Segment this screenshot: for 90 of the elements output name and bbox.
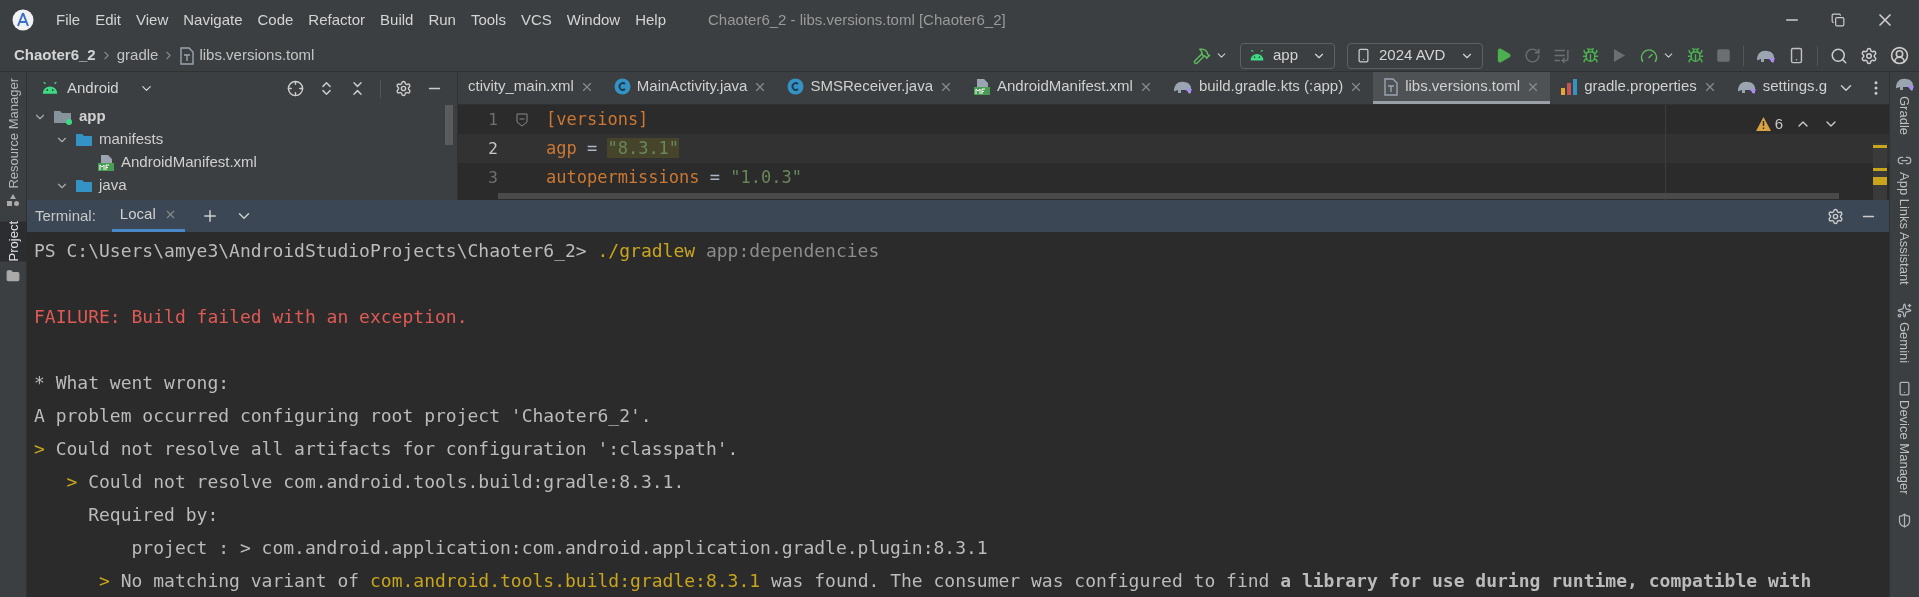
terminal-line: A problem occurred configuring root project 'Chaoter6_2'. bbox=[34, 404, 652, 428]
settings-icon[interactable] bbox=[1827, 207, 1844, 225]
settings-icon[interactable] bbox=[1860, 46, 1878, 65]
project-view-dropdown[interactable]: Android bbox=[67, 77, 154, 100]
phone-icon[interactable] bbox=[1897, 380, 1912, 396]
class-icon bbox=[613, 78, 631, 95]
search-icon[interactable] bbox=[1830, 46, 1848, 65]
tree-item[interactable]: java bbox=[55, 174, 127, 197]
menu-item[interactable]: Refactor bbox=[308, 8, 366, 32]
terminal-line: > No matching variant of com.android.tools.build:gradle:8.3.1 was found. The consumer was configured to find a library for use during runtime, compatible with bbox=[98, 569, 1812, 593]
window-title: Chaoter6_2 - libs.versions.toml [Chaoter6_2] bbox=[708, 9, 1006, 30]
tree-item[interactable]: AndroidManifest.xml bbox=[77, 151, 257, 174]
scrollbar-thumb bbox=[445, 105, 453, 145]
settings-icon[interactable] bbox=[395, 80, 412, 97]
menu-item[interactable]: Navigate bbox=[183, 8, 243, 32]
tree-item[interactable]: app bbox=[33, 105, 106, 128]
editor-tab[interactable]: ctivity_main.xml bbox=[458, 72, 604, 104]
gauge-icon[interactable] bbox=[1640, 46, 1658, 65]
file-icon bbox=[1383, 77, 1400, 96]
folder-icon bbox=[75, 132, 93, 147]
editor-tab[interactable]: libs.versions.toml bbox=[1373, 72, 1551, 104]
bar-chart-icon bbox=[1560, 77, 1579, 96]
terminal-line: * What went wrong: bbox=[34, 371, 230, 395]
editor-tab[interactable]: settings.g bbox=[1726, 72, 1837, 104]
line-number: 1 bbox=[487, 108, 498, 131]
app-logo-icon bbox=[12, 9, 34, 31]
tool-window-tab[interactable]: App Links Assistant bbox=[1894, 172, 1915, 285]
menu-item[interactable]: Edit bbox=[95, 8, 122, 32]
module-folder-icon bbox=[53, 108, 73, 125]
breadcrumb-item[interactable]: gradle bbox=[116, 44, 159, 67]
menu-item[interactable]: Run bbox=[428, 8, 456, 32]
terminal-line: Required by: bbox=[87, 503, 219, 527]
tool-window-tab[interactable]: Device Manager bbox=[1894, 399, 1915, 495]
tool-window-tab[interactable]: Gemini bbox=[1894, 321, 1915, 363]
folder-icon bbox=[75, 178, 93, 193]
folder-icon[interactable] bbox=[6, 269, 20, 284]
fold-icon[interactable] bbox=[516, 112, 528, 127]
terminal-line: FAILURE: Build failed with an exception. bbox=[34, 305, 468, 329]
warning-count[interactable]: 6 bbox=[1755, 113, 1783, 136]
debug-icon[interactable] bbox=[1582, 47, 1599, 64]
phone-icon bbox=[1356, 48, 1371, 63]
line-number: 2 bbox=[487, 137, 498, 160]
gradle-icon bbox=[1894, 76, 1915, 92]
tree-item[interactable]: manifests bbox=[55, 128, 164, 151]
shapes-icon[interactable] bbox=[6, 192, 20, 207]
menu-item[interactable]: Code bbox=[257, 8, 294, 32]
code-line: [versions] bbox=[546, 107, 649, 131]
terminal-line: > Could not resolve all artifacts for configuration ':classpath'. bbox=[34, 437, 739, 461]
sparkle-icon[interactable] bbox=[1897, 302, 1912, 318]
attach-debugger-icon[interactable] bbox=[1687, 47, 1704, 64]
terminal-line: project : > com.android.application:com.android.application.gradle.plugin:8.3.1 bbox=[130, 536, 988, 560]
menu-item[interactable]: VCS bbox=[520, 8, 552, 32]
menu-item[interactable]: View bbox=[136, 8, 169, 32]
locate-icon[interactable] bbox=[287, 80, 304, 97]
run-icon[interactable] bbox=[1495, 47, 1512, 64]
menu-item[interactable]: File bbox=[56, 8, 81, 32]
tool-window-tab[interactable]: Gradle bbox=[1894, 96, 1915, 136]
restore-icon[interactable] bbox=[1831, 13, 1845, 27]
manifest-file-icon bbox=[973, 77, 991, 96]
menu-item[interactable]: Help bbox=[635, 8, 667, 32]
tool-window-tab[interactable]: Project bbox=[0, 220, 27, 262]
breadcrumb-item[interactable]: Chaoter6_2 bbox=[14, 44, 96, 67]
terminal-line: > Could not resolve com.android.tools.build:gradle:8.3.1. bbox=[65, 470, 685, 494]
device-dropdown[interactable]: 2024 AVD bbox=[1347, 42, 1483, 69]
editor-tab[interactable]: MainActivity.java bbox=[603, 72, 778, 104]
menu-item[interactable]: Tools bbox=[470, 8, 506, 32]
android-icon bbox=[41, 82, 59, 95]
code-line: autopermissions = "1.0.3" bbox=[546, 165, 802, 189]
hammer-icon[interactable] bbox=[1193, 46, 1211, 65]
line-number: 3 bbox=[487, 166, 498, 189]
code-line: agp = "8.3.1" bbox=[546, 136, 680, 160]
menu-item[interactable]: Window bbox=[566, 8, 621, 32]
editor-tab[interactable]: gradle.properties bbox=[1550, 72, 1727, 104]
account-icon[interactable] bbox=[1890, 46, 1909, 65]
run-config-dropdown[interactable]: app bbox=[1240, 42, 1335, 69]
editor-tab[interactable]: build.gradle.kts (:app) bbox=[1162, 72, 1374, 104]
device-icon[interactable] bbox=[1788, 47, 1805, 64]
class-icon bbox=[787, 78, 805, 95]
editor-tab[interactable]: AndroidManifest.xml bbox=[963, 72, 1163, 104]
manifest-file-icon bbox=[97, 153, 115, 172]
tool-window-tab[interactable]: Resource Manager bbox=[0, 78, 27, 189]
breadcrumb-item[interactable]: libs.versions.toml bbox=[199, 44, 315, 67]
menu-item[interactable]: Build bbox=[380, 8, 414, 32]
android-icon bbox=[1249, 49, 1265, 62]
terminal-line: PS C:\Users\amye3\AndroidStudioProjects\Chaoter6_2> ./gradlew app:dependencies bbox=[34, 239, 880, 263]
file-icon bbox=[179, 46, 196, 65]
editor-tab[interactable]: SMSReceiver.java bbox=[777, 72, 963, 104]
warning-icon bbox=[1755, 117, 1771, 132]
shield-icon[interactable] bbox=[1897, 512, 1912, 528]
panel-title: Terminal: bbox=[35, 205, 96, 226]
